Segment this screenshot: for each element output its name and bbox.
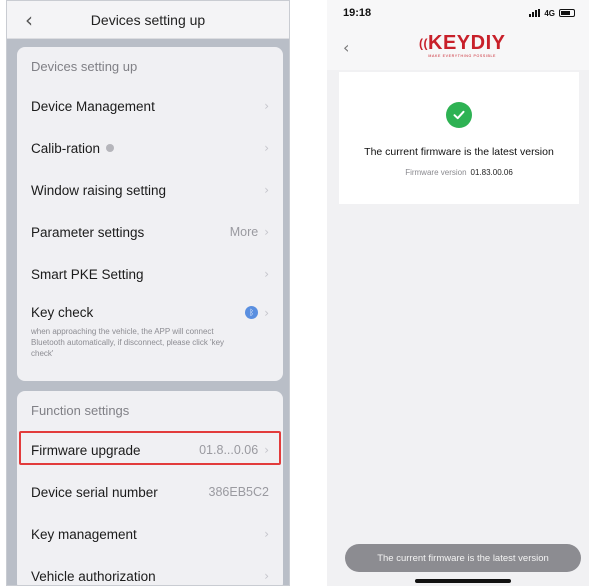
chevron-right-icon: › — [264, 569, 269, 583]
device-management-row[interactable]: Device Management › — [17, 85, 283, 127]
battery-icon — [559, 9, 575, 17]
signal-icon — [529, 9, 541, 17]
chevron-right-icon: › — [264, 225, 269, 239]
devices-setting-screen: ‹ Devices setting up Devices setting up … — [6, 0, 290, 586]
firmware-version-label: Firmware version — [405, 168, 467, 177]
status-time: 19:18 — [343, 7, 372, 19]
keydiy-logo: ((KEYDIY MAKE EVERYTHING POSSIBLE — [419, 32, 506, 58]
chevron-right-icon: › — [264, 527, 269, 541]
serial-number-value: 386EB5C2 — [208, 485, 269, 499]
info-icon[interactable] — [106, 143, 115, 152]
bluetooth-icon: ᛒ — [245, 306, 259, 319]
firmware-version-line: Firmware version 01.83.00.06 — [339, 168, 579, 177]
page-title: Devices setting up — [90, 11, 206, 28]
row-label: Window raising setting — [31, 182, 167, 198]
chevron-right-icon: › — [264, 443, 269, 457]
smart-pke-row[interactable]: Smart PKE Setting › — [17, 253, 283, 295]
more-label: More — [229, 225, 259, 239]
chevron-right-icon: › — [264, 183, 269, 197]
row-label: Device serial number — [31, 484, 158, 500]
firmware-upgrade-row[interactable]: Firmware upgrade 01.8...0.06 › — [17, 429, 283, 471]
window-raising-row[interactable]: Window raising setting › — [17, 169, 283, 211]
chevron-right-icon: › — [264, 141, 269, 155]
network-type: 4G — [544, 8, 555, 18]
devices-setting-card: Devices setting up Device Management › C… — [17, 47, 283, 381]
key-management-row[interactable]: Key management › — [17, 513, 283, 555]
parameter-settings-row[interactable]: Parameter settings More › — [17, 211, 283, 253]
vehicle-authorization-row[interactable]: Vehicle authorization › — [17, 555, 283, 585]
calibration-row[interactable]: Calib-ration › — [17, 127, 283, 169]
row-label: Calib-ration — [31, 141, 115, 156]
app-header: ‹ ((KEYDIY MAKE EVERYTHING POSSIBLE — [327, 26, 589, 70]
row-label: Key management — [31, 526, 137, 542]
row-label: Vehicle authorization — [31, 568, 156, 584]
row-label: Firmware upgrade — [31, 442, 141, 458]
firmware-result-screen: 19:18 4G ‹ ((KEYDIY MAKE EVERYTHING POSS… — [327, 0, 589, 586]
row-label: Key check — [31, 305, 94, 320]
row-label: Parameter settings — [31, 224, 145, 240]
row-label: Smart PKE Setting — [31, 266, 144, 282]
chevron-left-icon[interactable]: ‹ — [25, 8, 33, 32]
firmware-result-card: The current firmware is the latest versi… — [339, 72, 579, 204]
status-bar: 19:18 4G — [327, 0, 589, 26]
function-settings-card: Function settings Firmware upgrade 01.8.… — [17, 391, 283, 585]
firmware-version-number: 01.83.00.06 — [470, 168, 513, 177]
section-title: Devices setting up — [31, 58, 138, 74]
firmware-version-value: 01.8...0.06 — [199, 443, 259, 457]
chevron-right-icon: › — [264, 99, 269, 113]
chevron-right-icon: › — [264, 305, 269, 320]
top-nav-bar: ‹ Devices setting up — [7, 1, 289, 39]
chevron-left-icon[interactable]: ‹ — [343, 38, 349, 57]
section-title: Function settings — [31, 402, 130, 418]
home-indicator[interactable] — [415, 579, 511, 583]
toast-message: The current firmware is the latest versi… — [345, 544, 581, 572]
chevron-right-icon: › — [264, 267, 269, 281]
result-message: The current firmware is the latest versi… — [364, 146, 554, 158]
key-check-row[interactable]: Key check ᛒ › when approaching the vehic… — [17, 295, 283, 373]
row-label: Device Management — [31, 98, 155, 114]
device-serial-row[interactable]: Device serial number 386EB5C2 — [17, 471, 283, 513]
success-check-icon — [446, 102, 472, 128]
key-check-description: when approaching the vehicle, the APP wi… — [31, 327, 225, 358]
